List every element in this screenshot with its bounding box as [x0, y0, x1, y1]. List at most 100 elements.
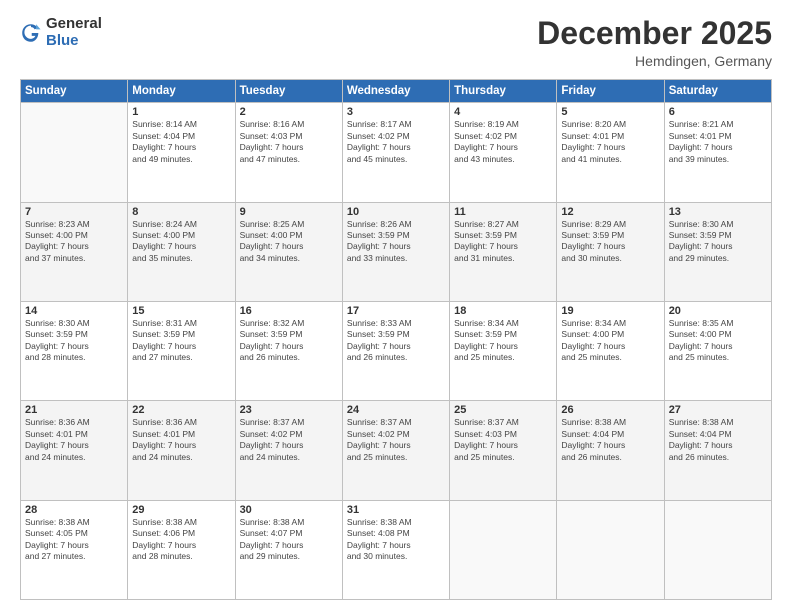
sunrise-text: Sunrise: 8:37 AM — [454, 417, 552, 428]
daylight-text: Daylight: 7 hours — [132, 142, 230, 153]
daylight-minutes-text: and 28 minutes. — [132, 551, 230, 562]
sunrise-text: Sunrise: 8:19 AM — [454, 119, 552, 130]
day-info: Sunrise: 8:36 AMSunset: 4:01 PMDaylight:… — [132, 417, 230, 463]
sunset-text: Sunset: 4:00 PM — [561, 329, 659, 340]
daylight-text: Daylight: 7 hours — [561, 142, 659, 153]
calendar-table: Sunday Monday Tuesday Wednesday Thursday… — [20, 79, 772, 600]
sunrise-text: Sunrise: 8:17 AM — [347, 119, 445, 130]
day-info: Sunrise: 8:38 AMSunset: 4:04 PMDaylight:… — [669, 417, 767, 463]
daylight-text: Daylight: 7 hours — [454, 341, 552, 352]
sunrise-text: Sunrise: 8:24 AM — [132, 219, 230, 230]
table-row: 27Sunrise: 8:38 AMSunset: 4:04 PMDayligh… — [664, 401, 771, 500]
table-row: 21Sunrise: 8:36 AMSunset: 4:01 PMDayligh… — [21, 401, 128, 500]
day-number: 13 — [669, 206, 767, 218]
day-info: Sunrise: 8:14 AMSunset: 4:04 PMDaylight:… — [132, 119, 230, 165]
daylight-minutes-text: and 29 minutes. — [240, 551, 338, 562]
day-number: 6 — [669, 106, 767, 118]
day-info: Sunrise: 8:38 AMSunset: 4:07 PMDaylight:… — [240, 517, 338, 563]
table-row: 9Sunrise: 8:25 AMSunset: 4:00 PMDaylight… — [235, 202, 342, 301]
col-saturday: Saturday — [664, 80, 771, 103]
daylight-text: Daylight: 7 hours — [347, 142, 445, 153]
sunrise-text: Sunrise: 8:21 AM — [669, 119, 767, 130]
day-info: Sunrise: 8:33 AMSunset: 3:59 PMDaylight:… — [347, 318, 445, 364]
sunrise-text: Sunrise: 8:32 AM — [240, 318, 338, 329]
col-wednesday: Wednesday — [342, 80, 449, 103]
table-row: 22Sunrise: 8:36 AMSunset: 4:01 PMDayligh… — [128, 401, 235, 500]
day-info: Sunrise: 8:29 AMSunset: 3:59 PMDaylight:… — [561, 219, 659, 265]
daylight-text: Daylight: 7 hours — [669, 142, 767, 153]
table-row: 8Sunrise: 8:24 AMSunset: 4:00 PMDaylight… — [128, 202, 235, 301]
logo-text: General Blue — [46, 16, 102, 49]
daylight-text: Daylight: 7 hours — [240, 341, 338, 352]
table-row: 7Sunrise: 8:23 AMSunset: 4:00 PMDaylight… — [21, 202, 128, 301]
daylight-text: Daylight: 7 hours — [454, 241, 552, 252]
daylight-minutes-text: and 26 minutes. — [347, 352, 445, 363]
calendar-week-row: 14Sunrise: 8:30 AMSunset: 3:59 PMDayligh… — [21, 301, 772, 400]
sunset-text: Sunset: 4:04 PM — [561, 429, 659, 440]
sunset-text: Sunset: 4:04 PM — [669, 429, 767, 440]
daylight-minutes-text: and 27 minutes. — [25, 551, 123, 562]
col-sunday: Sunday — [21, 80, 128, 103]
sunrise-text: Sunrise: 8:36 AM — [132, 417, 230, 428]
day-number: 1 — [132, 106, 230, 118]
table-row: 5Sunrise: 8:20 AMSunset: 4:01 PMDaylight… — [557, 103, 664, 202]
sunset-text: Sunset: 3:59 PM — [561, 230, 659, 241]
table-row — [664, 500, 771, 599]
daylight-minutes-text: and 31 minutes. — [454, 253, 552, 264]
table-row: 24Sunrise: 8:37 AMSunset: 4:02 PMDayligh… — [342, 401, 449, 500]
day-info: Sunrise: 8:35 AMSunset: 4:00 PMDaylight:… — [669, 318, 767, 364]
day-number: 12 — [561, 206, 659, 218]
daylight-text: Daylight: 7 hours — [132, 341, 230, 352]
daylight-text: Daylight: 7 hours — [240, 241, 338, 252]
day-info: Sunrise: 8:24 AMSunset: 4:00 PMDaylight:… — [132, 219, 230, 265]
day-number: 25 — [454, 404, 552, 416]
sunrise-text: Sunrise: 8:34 AM — [454, 318, 552, 329]
daylight-text: Daylight: 7 hours — [240, 540, 338, 551]
day-number: 24 — [347, 404, 445, 416]
table-row: 25Sunrise: 8:37 AMSunset: 4:03 PMDayligh… — [450, 401, 557, 500]
daylight-text: Daylight: 7 hours — [132, 440, 230, 451]
sunset-text: Sunset: 3:59 PM — [347, 230, 445, 241]
day-info: Sunrise: 8:20 AMSunset: 4:01 PMDaylight:… — [561, 119, 659, 165]
logo-general-text: General — [46, 16, 102, 33]
daylight-minutes-text: and 45 minutes. — [347, 154, 445, 165]
sunset-text: Sunset: 4:06 PM — [132, 528, 230, 539]
sunset-text: Sunset: 4:02 PM — [454, 131, 552, 142]
sunrise-text: Sunrise: 8:29 AM — [561, 219, 659, 230]
sunrise-text: Sunrise: 8:35 AM — [669, 318, 767, 329]
sunset-text: Sunset: 3:59 PM — [132, 329, 230, 340]
col-monday: Monday — [128, 80, 235, 103]
day-number: 9 — [240, 206, 338, 218]
day-number: 28 — [25, 504, 123, 516]
col-thursday: Thursday — [450, 80, 557, 103]
daylight-text: Daylight: 7 hours — [454, 440, 552, 451]
sunrise-text: Sunrise: 8:33 AM — [347, 318, 445, 329]
day-info: Sunrise: 8:23 AMSunset: 4:00 PMDaylight:… — [25, 219, 123, 265]
table-row: 2Sunrise: 8:16 AMSunset: 4:03 PMDaylight… — [235, 103, 342, 202]
table-row: 30Sunrise: 8:38 AMSunset: 4:07 PMDayligh… — [235, 500, 342, 599]
table-row: 13Sunrise: 8:30 AMSunset: 3:59 PMDayligh… — [664, 202, 771, 301]
daylight-text: Daylight: 7 hours — [669, 440, 767, 451]
sunset-text: Sunset: 4:00 PM — [669, 329, 767, 340]
calendar-header-row: Sunday Monday Tuesday Wednesday Thursday… — [21, 80, 772, 103]
daylight-text: Daylight: 7 hours — [25, 341, 123, 352]
day-info: Sunrise: 8:38 AMSunset: 4:04 PMDaylight:… — [561, 417, 659, 463]
sunrise-text: Sunrise: 8:20 AM — [561, 119, 659, 130]
table-row: 19Sunrise: 8:34 AMSunset: 4:00 PMDayligh… — [557, 301, 664, 400]
sunset-text: Sunset: 4:01 PM — [561, 131, 659, 142]
day-info: Sunrise: 8:37 AMSunset: 4:02 PMDaylight:… — [347, 417, 445, 463]
day-number: 20 — [669, 305, 767, 317]
sunrise-text: Sunrise: 8:31 AM — [132, 318, 230, 329]
sunset-text: Sunset: 3:59 PM — [240, 329, 338, 340]
day-number: 3 — [347, 106, 445, 118]
sunrise-text: Sunrise: 8:30 AM — [25, 318, 123, 329]
day-info: Sunrise: 8:25 AMSunset: 4:00 PMDaylight:… — [240, 219, 338, 265]
daylight-text: Daylight: 7 hours — [347, 241, 445, 252]
sunrise-text: Sunrise: 8:16 AM — [240, 119, 338, 130]
sunset-text: Sunset: 4:02 PM — [240, 429, 338, 440]
daylight-text: Daylight: 7 hours — [347, 341, 445, 352]
day-number: 10 — [347, 206, 445, 218]
daylight-minutes-text: and 24 minutes. — [240, 452, 338, 463]
day-number: 2 — [240, 106, 338, 118]
sunrise-text: Sunrise: 8:27 AM — [454, 219, 552, 230]
